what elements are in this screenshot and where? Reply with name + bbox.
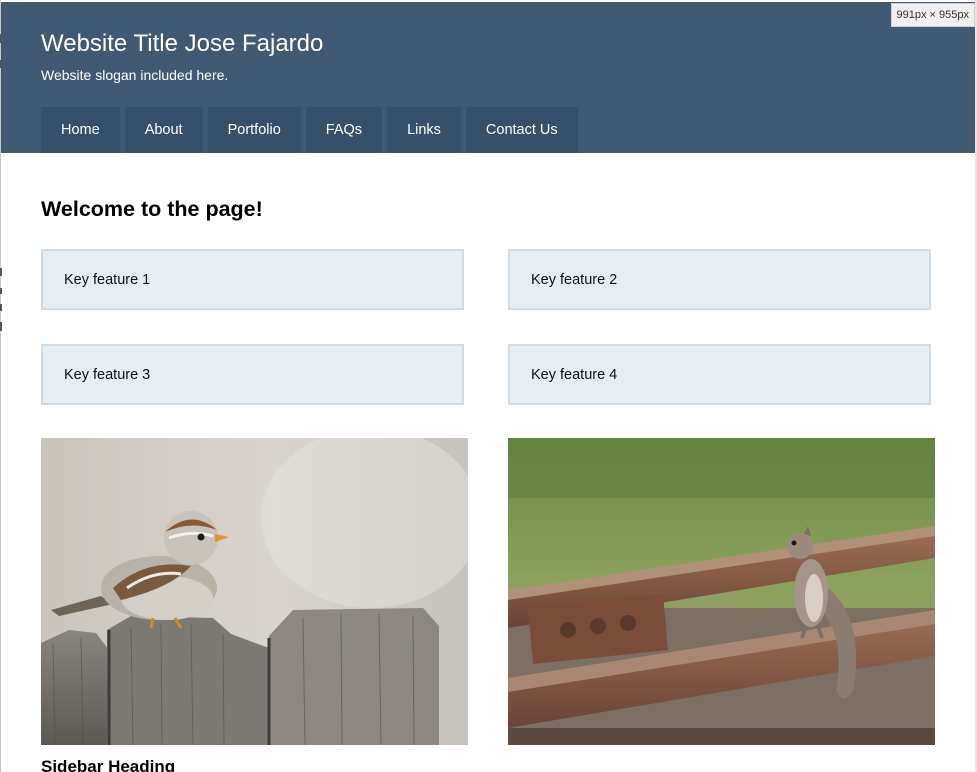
feature-box-3: Key feature 3 — [41, 344, 464, 405]
squirrel-image — [508, 438, 935, 745]
squirrel-photo — [508, 438, 935, 745]
nav-item-portfolio[interactable]: Portfolio — [207, 107, 301, 153]
nav-item-contact-us[interactable]: Contact Us — [465, 107, 578, 153]
feature-box-2: Key feature 2 — [508, 249, 931, 310]
site-header: Website Title Jose Fajardo Website sloga… — [1, 2, 975, 153]
nav-item-about[interactable]: About — [124, 107, 203, 153]
main-nav: Home About Portfolio FAQs Links Contact … — [41, 107, 578, 153]
sparrow-image — [41, 438, 468, 745]
browser-viewport: Website Title Jose Fajardo Website sloga… — [0, 0, 977, 772]
feature-label: Key feature 4 — [531, 366, 618, 383]
viewport-size-badge: 991px × 955px — [890, 3, 975, 27]
sidebar-heading: Sidebar Heading — [41, 757, 176, 772]
feature-box-1: Key feature 1 — [41, 249, 464, 310]
site-title: Website Title Jose Fajardo — [41, 30, 324, 57]
site-slogan: Website slogan included here. — [41, 67, 229, 83]
feature-label: Key feature 2 — [531, 271, 618, 288]
nav-item-links[interactable]: Links — [387, 107, 461, 153]
feature-box-4: Key feature 4 — [508, 344, 931, 405]
sparrow-photo — [41, 438, 468, 745]
nav-item-home[interactable]: Home — [41, 107, 120, 153]
nav-item-faqs[interactable]: FAQs — [305, 107, 383, 153]
page-heading: Welcome to the page! — [41, 197, 263, 221]
feature-label: Key feature 1 — [64, 271, 151, 288]
feature-label: Key feature 3 — [64, 366, 151, 383]
